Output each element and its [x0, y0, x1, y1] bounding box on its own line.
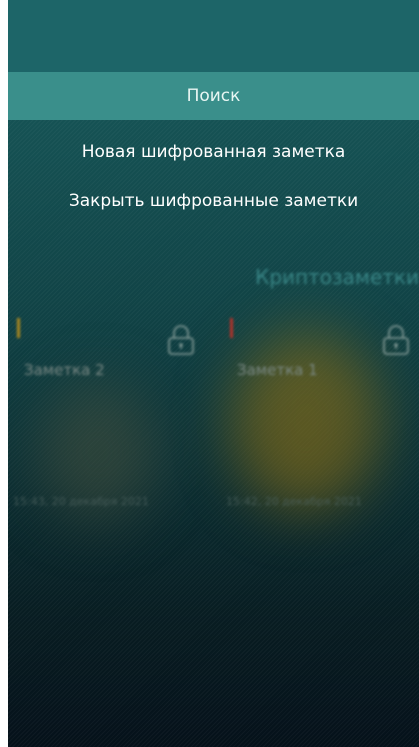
lock-icon [168, 325, 194, 355]
note-color-marker [230, 318, 233, 338]
app-title: Криптозаметки [255, 265, 419, 289]
note-color-glow [231, 332, 381, 512]
menu-header [8, 0, 419, 72]
menu-item-new-encrypted-note[interactable]: Новая шифрованная заметка [8, 138, 419, 166]
note-date: 15:42, 20 декабря 2021 [226, 495, 362, 508]
note-date: 15:43, 20 декабря 2021 [13, 495, 149, 508]
note-color-marker [17, 318, 20, 338]
menu-item-search[interactable]: Поиск [8, 72, 419, 120]
menu-item-close-encrypted-notes[interactable]: Закрыть шифрованные заметки [8, 187, 419, 215]
note-title: Заметка 1 [237, 361, 318, 379]
note-title: Заметка 2 [24, 361, 105, 379]
lock-icon [383, 325, 409, 355]
note-card[interactable]: Заметка 1 15:42, 20 декабря 2021 [221, 312, 419, 512]
app-screen: Криптозаметки Заметка 2 15:43, 20 декабр… [8, 0, 419, 747]
note-card[interactable]: Заметка 2 15:43, 20 декабря 2021 [8, 312, 208, 522]
